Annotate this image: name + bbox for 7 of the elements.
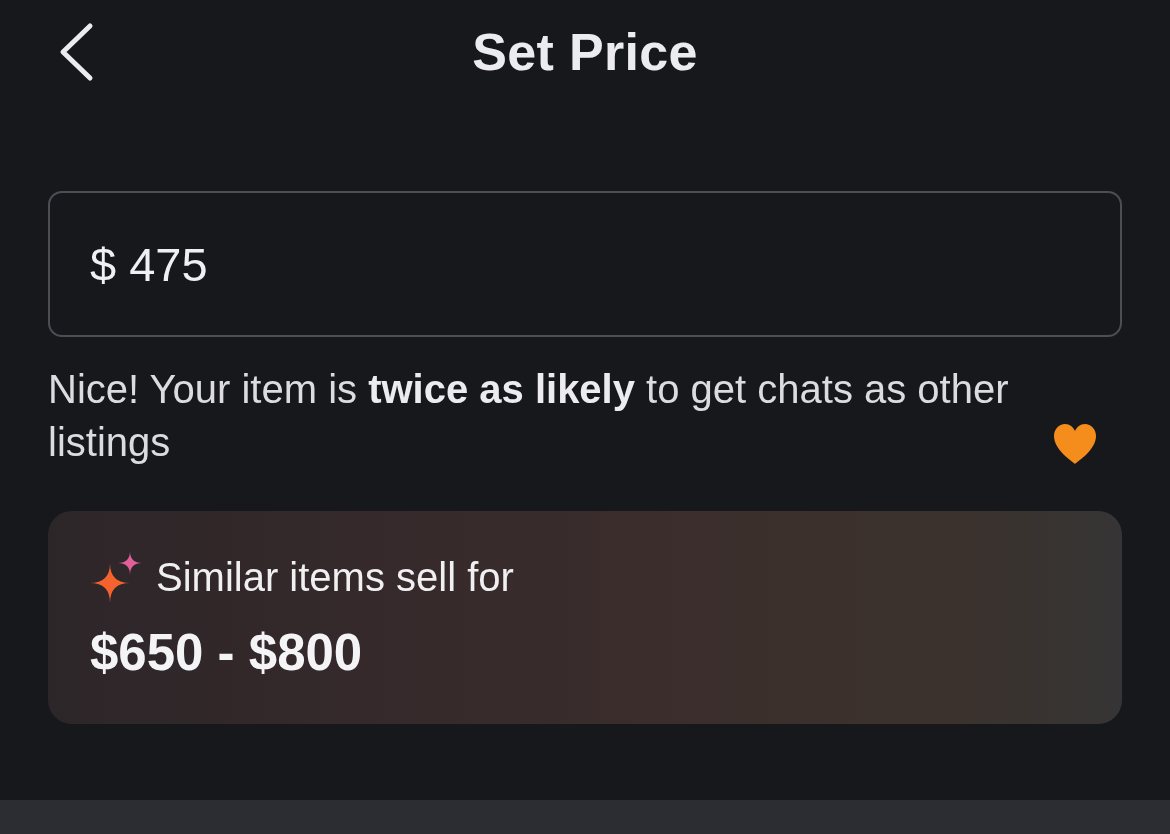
heart-icon — [1052, 423, 1098, 465]
chevron-left-icon — [58, 22, 94, 82]
suggestion-label: Similar items sell for — [156, 554, 514, 600]
screen-title: Set Price — [472, 22, 698, 82]
feedback-message: Nice! Your item is twice as likely to get chats as other listings — [48, 366, 1010, 466]
price-range: $650 - $800 — [90, 623, 364, 682]
price-input-field[interactable]: $ 475 — [48, 191, 1122, 337]
